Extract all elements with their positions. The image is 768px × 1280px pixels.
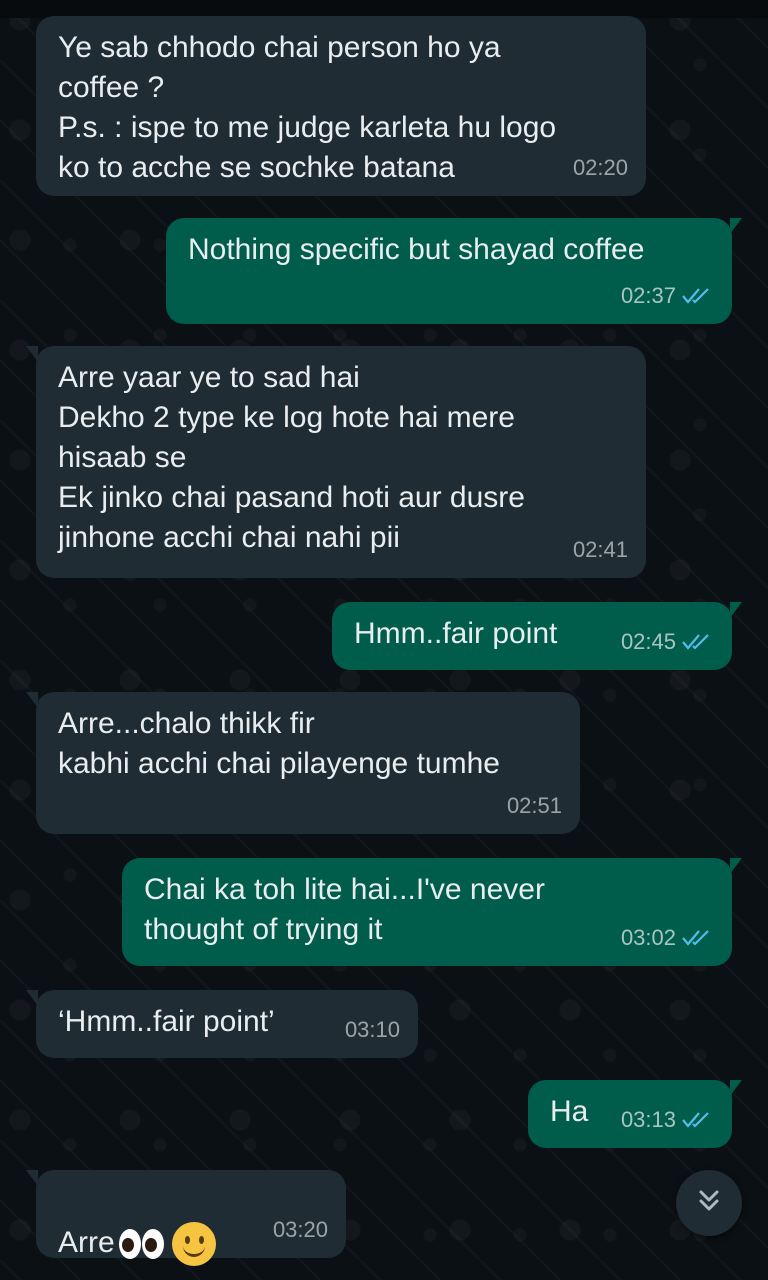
message-incoming[interactable]: Arre 03:20 xyxy=(26,1170,346,1266)
double-check-icon xyxy=(682,929,714,947)
message-outgoing[interactable]: Hmm..fair point 02:45 xyxy=(332,602,742,670)
message-word: Arre xyxy=(58,1225,115,1259)
message-outgoing[interactable]: Chai ka toh lite hai...I've never though… xyxy=(122,858,742,966)
message-time: 02:41 xyxy=(572,537,628,562)
double-check-icon xyxy=(682,287,714,305)
message-incoming[interactable]: ‘Hmm..fair point’ 03:10 xyxy=(26,990,418,1058)
message-meta: 02:41 xyxy=(573,530,628,570)
message-time: 02:45 xyxy=(620,629,676,654)
message-time: 03:20 xyxy=(272,1217,328,1242)
message-meta: 02:45 xyxy=(621,622,714,662)
message-outgoing[interactable]: Ha 03:13 xyxy=(528,1080,742,1148)
double-check-icon xyxy=(682,633,714,651)
message-outgoing[interactable]: Nothing specific but shayad coffee 02:37 xyxy=(166,218,742,324)
double-check-icon xyxy=(682,1111,714,1129)
message-text: Arre...chalo thikk fir kabhi acchi chai … xyxy=(58,707,500,780)
message-incoming[interactable]: Ye sab chhodo chai person ho ya coffee ?… xyxy=(36,16,646,196)
message-time: 03:02 xyxy=(620,925,676,950)
message-incoming[interactable]: Arre...chalo thikk fir kabhi acchi chai … xyxy=(26,692,580,834)
message-text: Nothing specific but shayad coffee xyxy=(188,233,645,266)
message-time: 02:20 xyxy=(572,155,628,180)
message-time: 02:51 xyxy=(506,793,562,818)
message-meta: 03:10 xyxy=(345,1010,400,1050)
message-meta: 02:37 xyxy=(621,276,714,316)
message-meta: 02:20 xyxy=(573,148,628,188)
slightly-smiling-face-emoji-icon xyxy=(171,1222,216,1266)
message-meta: 03:02 xyxy=(621,918,714,958)
double-chevron-down-icon xyxy=(694,1186,724,1221)
message-text: Ye sab chhodo chai person ho ya coffee ?… xyxy=(58,31,557,184)
message-meta: 03:20 xyxy=(273,1210,328,1250)
message-text: Arre yaar ye to sad hai Dekho 2 type ke … xyxy=(58,361,525,554)
message-time: 03:13 xyxy=(620,1107,676,1132)
message-incoming[interactable]: Arre yaar ye to sad hai Dekho 2 type ke … xyxy=(26,346,646,578)
message-meta: 03:13 xyxy=(621,1100,714,1140)
scroll-to-bottom-button[interactable] xyxy=(676,1170,742,1236)
message-time: 02:37 xyxy=(620,283,676,308)
message-meta: 02:51 xyxy=(507,786,562,826)
message-time: 03:10 xyxy=(344,1017,400,1042)
eyes-emoji-icon xyxy=(118,1229,164,1259)
